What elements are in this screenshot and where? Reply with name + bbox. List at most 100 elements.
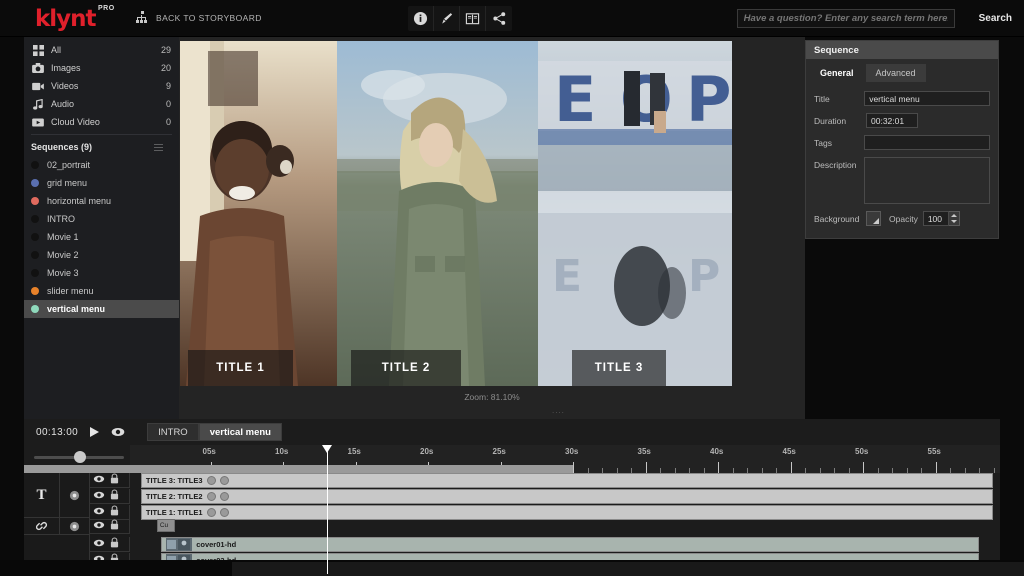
- tab-general[interactable]: General: [810, 64, 864, 82]
- sequence-item-grid-menu[interactable]: grid menu: [24, 174, 179, 192]
- track-headers-column: T: [24, 473, 130, 574]
- clip-transition-out-icon[interactable]: [219, 492, 229, 501]
- title-overlay-1-label: TITLE 1: [216, 362, 265, 374]
- book-icon[interactable]: [460, 6, 486, 31]
- timeline-clip[interactable]: cover01-hd: [161, 537, 979, 552]
- timeline-zoom-knob[interactable]: [74, 451, 86, 463]
- preview-panel-1[interactable]: TITLE 1: [180, 41, 337, 386]
- sequence-item-vertical-menu[interactable]: vertical menu: [24, 300, 179, 318]
- timeline-clip[interactable]: TITLE 3: TITLE3: [140, 473, 994, 488]
- field-tags: Tags: [814, 135, 990, 150]
- preview-canvas[interactable]: TITLE 1 TITLE 2 E O P E P TITLE 3: [180, 41, 732, 386]
- timeline-tab-intro[interactable]: INTRO: [147, 423, 199, 441]
- back-to-storyboard-button[interactable]: BACK TO STORYBOARD: [136, 11, 262, 24]
- inspector-tabs: General Advanced: [810, 64, 998, 82]
- library-item-count: 0: [165, 117, 171, 127]
- library-item-count: 20: [160, 63, 171, 73]
- ruler-label: 55s: [927, 447, 941, 456]
- background-color-swatch[interactable]: [866, 211, 881, 226]
- link-track-group-icon[interactable]: [24, 518, 60, 535]
- opacity-field-input[interactable]: [922, 211, 949, 226]
- description-field-input[interactable]: [864, 157, 990, 204]
- track-lock-icon[interactable]: [110, 517, 119, 535]
- link-track-record-toggle[interactable]: [60, 518, 90, 535]
- library-item-images[interactable]: Images 20: [24, 59, 179, 77]
- top-bar: klynt PRO BACK TO STORYBOARD Have a ques…: [0, 0, 1024, 37]
- clip-transition-in-icon[interactable]: [206, 492, 216, 501]
- inspector-title: Sequence: [806, 41, 998, 59]
- ruler-label: 50s: [855, 447, 869, 456]
- track-visibility-icon[interactable]: [93, 517, 105, 535]
- sequence-item-label: slider menu: [47, 286, 94, 296]
- panel-2-image: [337, 41, 538, 386]
- ruler-label: 25s: [492, 447, 506, 456]
- info-icon[interactable]: [408, 6, 434, 31]
- timeline-zoom-slider[interactable]: [34, 450, 124, 464]
- timeline-selection-region[interactable]: [24, 465, 573, 473]
- resize-handle-dots[interactable]: ....: [552, 406, 565, 415]
- library-item-all[interactable]: All 29: [24, 41, 179, 59]
- sequence-item-movie-3[interactable]: Movie 3: [24, 264, 179, 282]
- sequence-color-dot: [31, 287, 39, 295]
- clip-label: cover01-hd: [196, 540, 237, 549]
- tags-field-input[interactable]: [864, 135, 990, 150]
- tab-advanced[interactable]: Advanced: [865, 64, 926, 82]
- sequence-item-label: grid menu: [47, 178, 88, 188]
- timeline-cue-clip[interactable]: Cu: [156, 519, 175, 532]
- sequence-item-movie-2[interactable]: Movie 2: [24, 246, 179, 264]
- sequences-menu-icon[interactable]: [154, 144, 163, 151]
- share-icon[interactable]: [486, 6, 512, 31]
- ruler-tick: [718, 462, 719, 473]
- sequence-color-dot: [31, 305, 39, 313]
- timeline-tab-vertical-menu[interactable]: vertical menu: [198, 423, 282, 441]
- title-field-input[interactable]: [864, 91, 990, 106]
- duration-field-input[interactable]: [866, 113, 918, 128]
- library-item-count: 0: [165, 99, 171, 109]
- clip-transition-out-icon[interactable]: [219, 508, 229, 517]
- library-item-label: Videos: [51, 81, 79, 91]
- play-icon[interactable]: [89, 426, 100, 438]
- eye-icon[interactable]: [111, 426, 125, 438]
- sequence-item-movie-1[interactable]: Movie 1: [24, 228, 179, 246]
- sequence-color-dot: [31, 215, 39, 223]
- text-track-group-icon[interactable]: T: [24, 473, 60, 518]
- timeline-track-row: TITLE 2: TITLE2: [130, 489, 1000, 504]
- timeline-panel: 00:13:00 INTRO vertical menu 05s 10s 15s 20…: [24, 419, 1000, 574]
- title-overlay-1[interactable]: TITLE 1: [188, 350, 293, 386]
- text-track-record-toggle[interactable]: [60, 473, 90, 518]
- brush-icon[interactable]: [434, 6, 460, 31]
- ruler-label: 05s: [202, 447, 216, 456]
- timeline-playhead[interactable]: [321, 445, 332, 574]
- sequence-item-02_portrait[interactable]: 02_portrait: [24, 156, 179, 174]
- sequence-item-horizontal-menu[interactable]: horizontal menu: [24, 192, 179, 210]
- stage-area: TITLE 1 TITLE 2 E O P E P TITLE 3 Zoom: …: [179, 37, 805, 419]
- title-overlay-3[interactable]: TITLE 3: [572, 350, 666, 386]
- opacity-stepper[interactable]: [948, 211, 960, 226]
- sequence-item-slider-menu[interactable]: slider menu: [24, 282, 179, 300]
- tags-field-label: Tags: [814, 138, 832, 148]
- library-item-audio[interactable]: Audio 0: [24, 95, 179, 113]
- clip-transition-out-icon[interactable]: [219, 476, 229, 485]
- ruler-tick: [935, 462, 937, 473]
- title-overlay-2-label: TITLE 2: [381, 362, 431, 374]
- library-item-label: Cloud Video: [51, 117, 100, 127]
- timeline-clip[interactable]: TITLE 2: TITLE2: [140, 489, 994, 504]
- preview-panel-2[interactable]: TITLE 2: [337, 41, 538, 386]
- media-library-list: All 29 Images 20 Videos 9 Audio 0 Cloud Video 0: [24, 41, 179, 131]
- library-item-videos[interactable]: Videos 9: [24, 77, 179, 95]
- timeline-clip[interactable]: TITLE 1: TITLE1: [140, 505, 994, 520]
- field-description: Description: [814, 157, 990, 204]
- preview-panel-3[interactable]: E O P E P TITLE 3: [538, 41, 732, 386]
- ruler-label: 20s: [420, 447, 434, 456]
- library-item-label: Images: [51, 63, 81, 73]
- library-item-cloud-video[interactable]: Cloud Video 0: [24, 113, 179, 131]
- title-overlay-2[interactable]: TITLE 2: [351, 350, 461, 386]
- clip-transition-in-icon[interactable]: [206, 508, 216, 517]
- search-button[interactable]: Search: [979, 13, 1012, 24]
- timecode-display: 00:13:00: [36, 426, 79, 438]
- search-input[interactable]: [736, 9, 955, 28]
- ruler-tick: [790, 462, 792, 473]
- sequence-item-intro[interactable]: INTRO: [24, 210, 179, 228]
- clip-transition-in-icon[interactable]: [206, 476, 216, 485]
- playhead-handle[interactable]: [321, 445, 332, 453]
